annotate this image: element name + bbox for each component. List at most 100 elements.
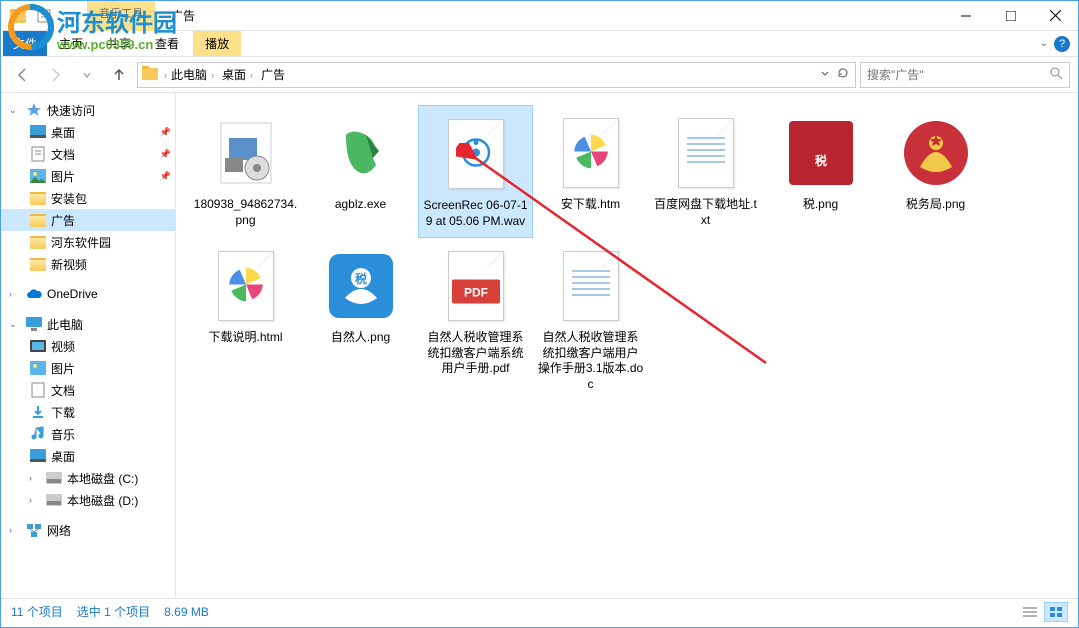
cloud-icon <box>25 285 43 303</box>
file-name: 税.png <box>803 197 838 213</box>
window-title: 广告 <box>171 7 195 24</box>
expand-icon[interactable]: › <box>29 473 41 483</box>
music-tools-context-tab: 音乐工具 <box>87 1 155 31</box>
file-item[interactable]: 下载说明.html <box>188 238 303 400</box>
navigation-bar: › 此电脑 › 桌面 › 广告 <box>1 57 1078 93</box>
music-icon <box>29 425 47 443</box>
file-item[interactable]: 税 税.png <box>763 105 878 238</box>
ribbon-collapse-icon[interactable]: ⌄ <box>1040 38 1048 49</box>
sidebar-item-pictures2[interactable]: 图片 <box>1 357 175 379</box>
search-box[interactable] <box>860 62 1070 88</box>
sidebar-item-label: 快速访问 <box>47 102 95 119</box>
breadcrumb-label[interactable]: 此电脑 <box>171 66 207 83</box>
sidebar-item-drive-c[interactable]: ›本地磁盘 (C:) <box>1 467 175 489</box>
file-item[interactable]: 百度网盘下载地址.txt <box>648 105 763 238</box>
file-item[interactable]: 安下载.htm <box>533 105 648 238</box>
quick-access-toolbar <box>1 5 81 27</box>
drive-icon <box>45 469 63 487</box>
sidebar-item-documents[interactable]: 文档📌 <box>1 143 175 165</box>
sidebar-item-label: 文档 <box>51 146 75 163</box>
folder-icon <box>142 66 160 84</box>
sidebar-item-newvideo[interactable]: 新视频 <box>1 253 175 275</box>
sidebar-item-desktop2[interactable]: 桌面 <box>1 445 175 467</box>
address-dropdown-icon[interactable] <box>817 65 833 84</box>
documents-icon <box>29 381 47 399</box>
search-icon[interactable] <box>1049 66 1063 83</box>
expand-icon[interactable]: › <box>9 289 21 299</box>
sidebar-item-desktop[interactable]: 桌面📌 <box>1 121 175 143</box>
sidebar-item-label: 此电脑 <box>47 316 83 333</box>
breadcrumb-label[interactable]: 桌面 <box>222 66 246 83</box>
recent-dropdown-icon[interactable] <box>73 61 101 89</box>
ribbon-tab-share[interactable]: 共享 <box>95 31 143 56</box>
music-tools-label: 音乐工具 <box>99 5 143 21</box>
status-selected: 选中 1 个项目 <box>77 603 150 620</box>
forward-button[interactable] <box>41 61 69 89</box>
address-bar[interactable]: › 此电脑 › 桌面 › 广告 <box>137 62 856 88</box>
sidebar-item-ads[interactable]: 广告 <box>1 209 175 231</box>
file-item[interactable]: 180938_94862734.png <box>188 105 303 238</box>
close-button[interactable] <box>1033 1 1078 31</box>
exe-icon <box>321 113 401 193</box>
sidebar-item-pictures[interactable]: 图片📌 <box>1 165 175 187</box>
svg-text:PDF: PDF <box>464 285 488 299</box>
sidebar-item-label: 视频 <box>51 338 75 355</box>
sidebar-item-drive-d[interactable]: ›本地磁盘 (D:) <box>1 489 175 511</box>
sidebar-quick-access[interactable]: ⌄ 快速访问 <box>1 99 175 121</box>
minimize-button[interactable] <box>943 1 988 31</box>
chevron-right-icon[interactable]: › <box>211 70 214 80</box>
icons-view-button[interactable] <box>1044 602 1068 622</box>
expand-icon[interactable]: ⌄ <box>9 105 21 116</box>
htm-icon <box>551 113 631 193</box>
sidebar-item-label: 新视频 <box>51 256 87 273</box>
sidebar-onedrive[interactable]: ›OneDrive <box>1 283 175 305</box>
breadcrumb: 桌面 › <box>218 64 257 85</box>
wav-icon <box>436 114 516 194</box>
sidebar-item-label: 安装包 <box>51 190 87 207</box>
breadcrumb-label[interactable]: 广告 <box>261 66 285 83</box>
svg-text:税: 税 <box>814 153 826 168</box>
sidebar-item-music[interactable]: 音乐 <box>1 423 175 445</box>
sidebar-network[interactable]: ›网络 <box>1 519 175 541</box>
details-view-button[interactable] <box>1018 602 1042 622</box>
txt-icon <box>666 113 746 193</box>
file-item[interactable]: 自然人税收管理系统扣缴客户端用户操作手册3.1版本.doc <box>533 238 648 400</box>
sidebar-item-downloads[interactable]: 下载 <box>1 401 175 423</box>
qat-dropdown-icon[interactable] <box>59 5 81 27</box>
file-item[interactable]: 税 自然人.png <box>303 238 418 400</box>
ribbon-tab-play[interactable]: 播放 <box>193 31 241 56</box>
sidebar-item-documents2[interactable]: 文档 <box>1 379 175 401</box>
sidebar-item-videos[interactable]: 视频 <box>1 335 175 357</box>
expand-icon[interactable]: › <box>9 525 21 535</box>
file-name: 180938_94862734.png <box>192 197 299 228</box>
back-button[interactable] <box>9 61 37 89</box>
refresh-icon[interactable] <box>835 65 851 84</box>
ribbon-tab-view[interactable]: 查看 <box>143 31 191 56</box>
properties-icon[interactable] <box>33 5 55 27</box>
network-icon <box>25 521 43 539</box>
expand-icon[interactable]: ⌄ <box>9 319 21 330</box>
file-item[interactable]: PDF 自然人税收管理系统扣缴客户端系统用户手册.pdf <box>418 238 533 400</box>
search-input[interactable] <box>867 68 1049 82</box>
status-bar: 11 个项目 选中 1 个项目 8.69 MB <box>1 598 1078 624</box>
pictures-icon <box>29 359 47 377</box>
file-item-selected[interactable]: ScreenRec 06-07-19 at 05.06 PM.wav <box>418 105 533 238</box>
file-name: 自然人.png <box>331 330 390 346</box>
ribbon-tab-home[interactable]: 主页 <box>47 31 95 56</box>
sidebar-thispc[interactable]: ⌄ 此电脑 <box>1 313 175 335</box>
help-icon[interactable]: ? <box>1054 36 1070 52</box>
file-menu[interactable]: 文件 <box>3 31 47 56</box>
sidebar-item-install[interactable]: 安装包 <box>1 187 175 209</box>
file-view[interactable]: 180938_94862734.png agblz.exe ScreenRec … <box>176 93 1078 598</box>
sidebar-item-hedong[interactable]: 河东软件园 <box>1 231 175 253</box>
up-button[interactable] <box>105 61 133 89</box>
chevron-right-icon[interactable]: › <box>250 70 253 80</box>
file-item[interactable]: 税务局.png <box>878 105 993 238</box>
png-thumbnail-icon <box>896 113 976 193</box>
expand-icon[interactable]: › <box>29 495 41 505</box>
file-name: 税务局.png <box>906 197 965 213</box>
maximize-button[interactable] <box>988 1 1033 31</box>
sidebar-item-label: 图片 <box>51 168 75 185</box>
file-item[interactable]: agblz.exe <box>303 105 418 238</box>
main-area: ⌄ 快速访问 桌面📌 文档📌 图片📌 安装包 广告 河东软件园 新视频 ›One… <box>1 93 1078 598</box>
